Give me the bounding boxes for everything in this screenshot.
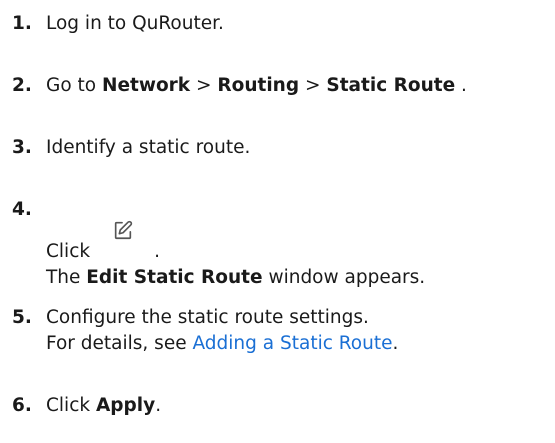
text-fragment: . bbox=[154, 241, 160, 262]
step-details: For details, see Adding a Static Route. bbox=[46, 331, 546, 357]
step-result: The Edit Static Route window appears. bbox=[46, 265, 546, 291]
text-fragment: For details, see bbox=[46, 333, 193, 354]
step-body: Log in to QuRouter. bbox=[46, 11, 546, 37]
step-number: 2. bbox=[12, 75, 32, 96]
procedure-steps: 1. Log in to QuRouter. 2. Go to Network … bbox=[0, 0, 555, 443]
apply-label: Apply bbox=[95, 395, 156, 416]
separator: > bbox=[299, 75, 327, 96]
step-text: Log in to QuRouter. bbox=[46, 13, 224, 34]
menu-routing: Routing bbox=[217, 75, 300, 96]
step-body: Click. The Edit Static Route window appe… bbox=[46, 220, 546, 291]
edit-icon bbox=[94, 220, 154, 265]
step-text: Configure the static route settings. bbox=[46, 307, 369, 328]
text-fragment: Go to bbox=[46, 75, 102, 96]
text-fragment: . bbox=[455, 75, 467, 96]
step-text: Go to Network > Routing > Static Route . bbox=[46, 73, 546, 99]
step-body: Configure the static route settings. For… bbox=[46, 305, 546, 357]
step-body: Click Apply. bbox=[46, 393, 546, 419]
window-name: Edit Static Route bbox=[86, 267, 263, 288]
text-fragment: . bbox=[392, 333, 399, 354]
separator: > bbox=[190, 75, 218, 96]
step-number: 3. bbox=[12, 137, 32, 158]
step-number: 5. bbox=[12, 307, 32, 328]
step-number: 1. bbox=[12, 13, 32, 34]
step-text: Click Apply. bbox=[46, 393, 546, 419]
text-fragment: window appears. bbox=[262, 267, 426, 288]
click-text: Click bbox=[46, 241, 91, 262]
step-text: Click. bbox=[46, 220, 546, 265]
step-number: 4. bbox=[12, 199, 32, 220]
adding-static-route-link[interactable]: Adding a Static Route bbox=[192, 333, 392, 354]
text-fragment: Click bbox=[46, 395, 96, 416]
step-body: Identify a static route. bbox=[46, 135, 546, 161]
text-fragment: The bbox=[46, 267, 87, 288]
step-body: Go to Network > Routing > Static Route . bbox=[46, 73, 546, 99]
text-fragment: . bbox=[155, 395, 162, 416]
step-number: 6. bbox=[12, 395, 32, 416]
step-text: Identify a static route. bbox=[46, 137, 251, 158]
menu-network: Network bbox=[102, 75, 191, 96]
menu-static-route: Static Route bbox=[326, 75, 456, 96]
